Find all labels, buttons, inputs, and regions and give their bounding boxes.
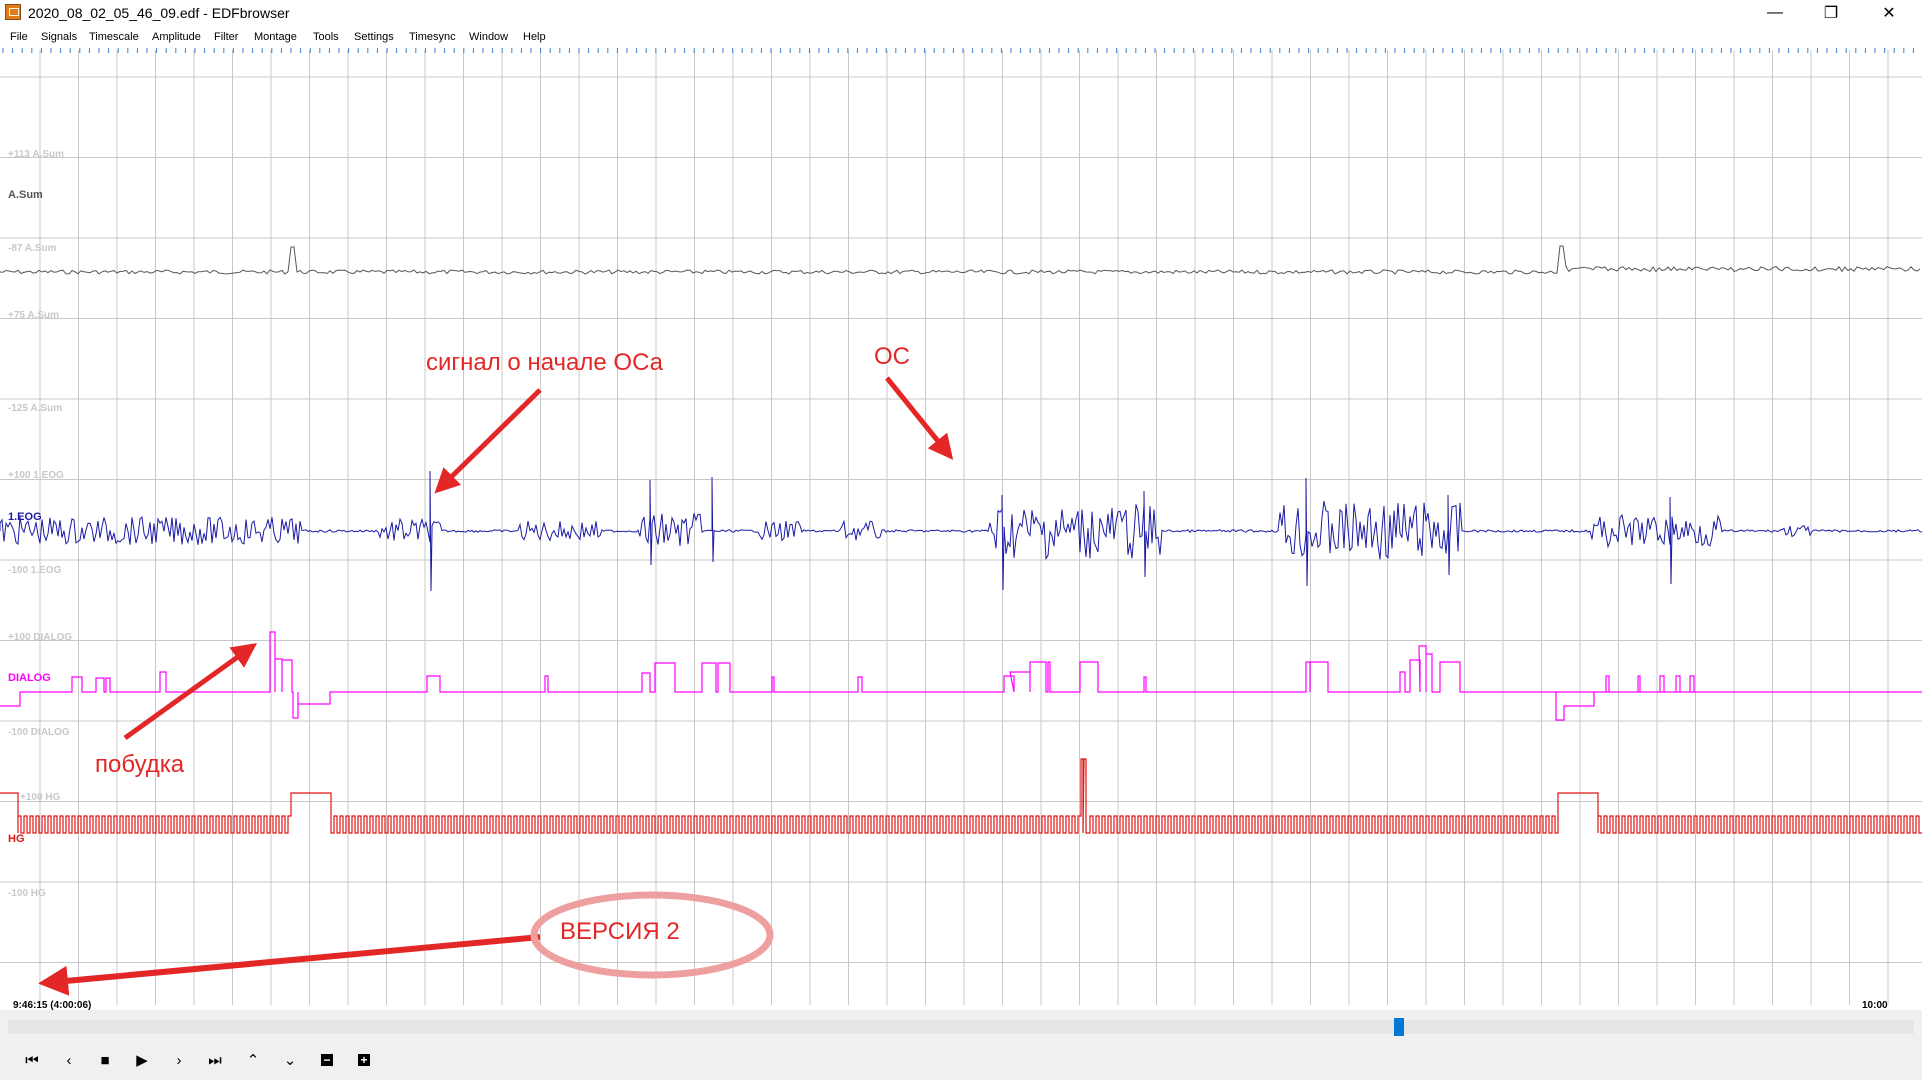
zoom-out-icon: − [321, 1054, 333, 1066]
menu-filter[interactable]: Filter [214, 31, 238, 43]
arrow-os [885, 376, 954, 460]
annotation-os: ОС [874, 343, 910, 370]
menu-montage[interactable]: Montage [254, 31, 297, 43]
zoom-in-button[interactable]: + [352, 1048, 376, 1072]
menu-window[interactable]: Window [469, 31, 508, 43]
stop-button[interactable]: ■ [93, 1048, 117, 1072]
amplitude-down-button[interactable]: ⌄ [278, 1048, 302, 1072]
annotation-signal-start: сигнал о начале ОСа [426, 349, 664, 376]
prev-page-button[interactable]: ‹ [57, 1048, 81, 1072]
time-ticks [2, 48, 1914, 53]
maximize-icon: ❐ [1823, 5, 1839, 22]
hg-trace [0, 758, 1922, 834]
amplitude-up-button[interactable]: ⌃ [241, 1048, 265, 1072]
eog-top-label: +100 1.EOG [8, 470, 64, 481]
minimize-icon: — [1767, 4, 1783, 21]
control-panel: ⏮ ‹ ■ ▶ › ⏭ ⌃ ⌄ − + [0, 1010, 1922, 1080]
stop-icon: ■ [100, 1051, 110, 1069]
hg-top-label: +100 HG [20, 792, 61, 803]
first-page-button[interactable]: ⏮ [20, 1048, 44, 1072]
prev-icon: ‹ [66, 1051, 72, 1069]
next-icon: › [176, 1051, 182, 1069]
asum-top-label: +113 A.Sum [8, 149, 64, 160]
dialog-top-label: +100 DIALOG [8, 632, 72, 643]
annotation-wakeup: побудка [95, 751, 185, 778]
maximize-button[interactable]: ❐ [1808, 0, 1854, 26]
eog-trace [0, 470, 1922, 592]
amp-down-icon: ⌄ [283, 1052, 297, 1069]
window-title: 2020_08_02_05_46_09.edf - EDFbrowser [28, 5, 290, 21]
close-icon: ✕ [1882, 5, 1896, 22]
next-page-button[interactable]: › [167, 1048, 191, 1072]
first-icon: ⏮ [25, 1051, 39, 1069]
asum-name-label: A.Sum [8, 189, 43, 201]
zoom-in-icon: + [358, 1054, 370, 1066]
annotation-version: ВЕРСИЯ 2 [560, 918, 680, 945]
dialog-trace [0, 631, 1922, 721]
menu-bar: File Signals Timescale Amplitude Filter … [0, 29, 1922, 47]
eog-name-label: 1.EOG [8, 511, 42, 523]
dialog-name-label: DIALOG [8, 672, 51, 684]
asum-upper-label: -87 A.Sum [8, 243, 57, 254]
app-icon [5, 4, 21, 20]
play-button[interactable]: ▶ [130, 1048, 154, 1072]
play-icon: ▶ [136, 1052, 148, 1069]
hg-bottom-label: -100 HG [8, 888, 46, 899]
time-scrollbar[interactable] [8, 1018, 1914, 1036]
close-button[interactable]: ✕ [1866, 0, 1912, 26]
menu-tools[interactable]: Tools [313, 31, 339, 43]
menu-timescale[interactable]: Timescale [89, 31, 139, 43]
hg-name-label: HG [8, 833, 25, 845]
eog-bottom-label: -100 1.EOG [8, 565, 62, 576]
asum-trace [0, 245, 1921, 275]
menu-help[interactable]: Help [523, 31, 546, 43]
arrow-signal-start [434, 388, 542, 494]
menu-amplitude[interactable]: Amplitude [152, 31, 201, 43]
menu-timesync[interactable]: Timesync [409, 31, 456, 43]
asum-lower-label: +75 A.Sum [8, 310, 59, 321]
dialog-bottom-label: -100 DIALOG [8, 727, 70, 738]
amp-up-icon: ⌃ [246, 1052, 260, 1069]
menu-signals[interactable]: Signals [41, 31, 77, 43]
last-icon: ⏭ [208, 1051, 222, 1069]
zoom-out-button[interactable]: − [315, 1048, 339, 1072]
minimize-button[interactable]: — [1752, 0, 1798, 26]
last-page-button[interactable]: ⏭ [203, 1048, 227, 1072]
signal-canvas[interactable]: +113 A.Sum A.Sum -87 A.Sum +75 A.Sum -12… [0, 46, 1922, 1010]
menu-file[interactable]: File [10, 31, 28, 43]
arrow-version [38, 934, 541, 996]
scrollbar-thumb[interactable] [1394, 1018, 1404, 1036]
asum-bottom-label: -125 A.Sum [8, 403, 62, 414]
menu-settings[interactable]: Settings [354, 31, 394, 43]
title-bar: 2020_08_02_05_46_09.edf - EDFbrowser — ❐… [0, 0, 1922, 26]
